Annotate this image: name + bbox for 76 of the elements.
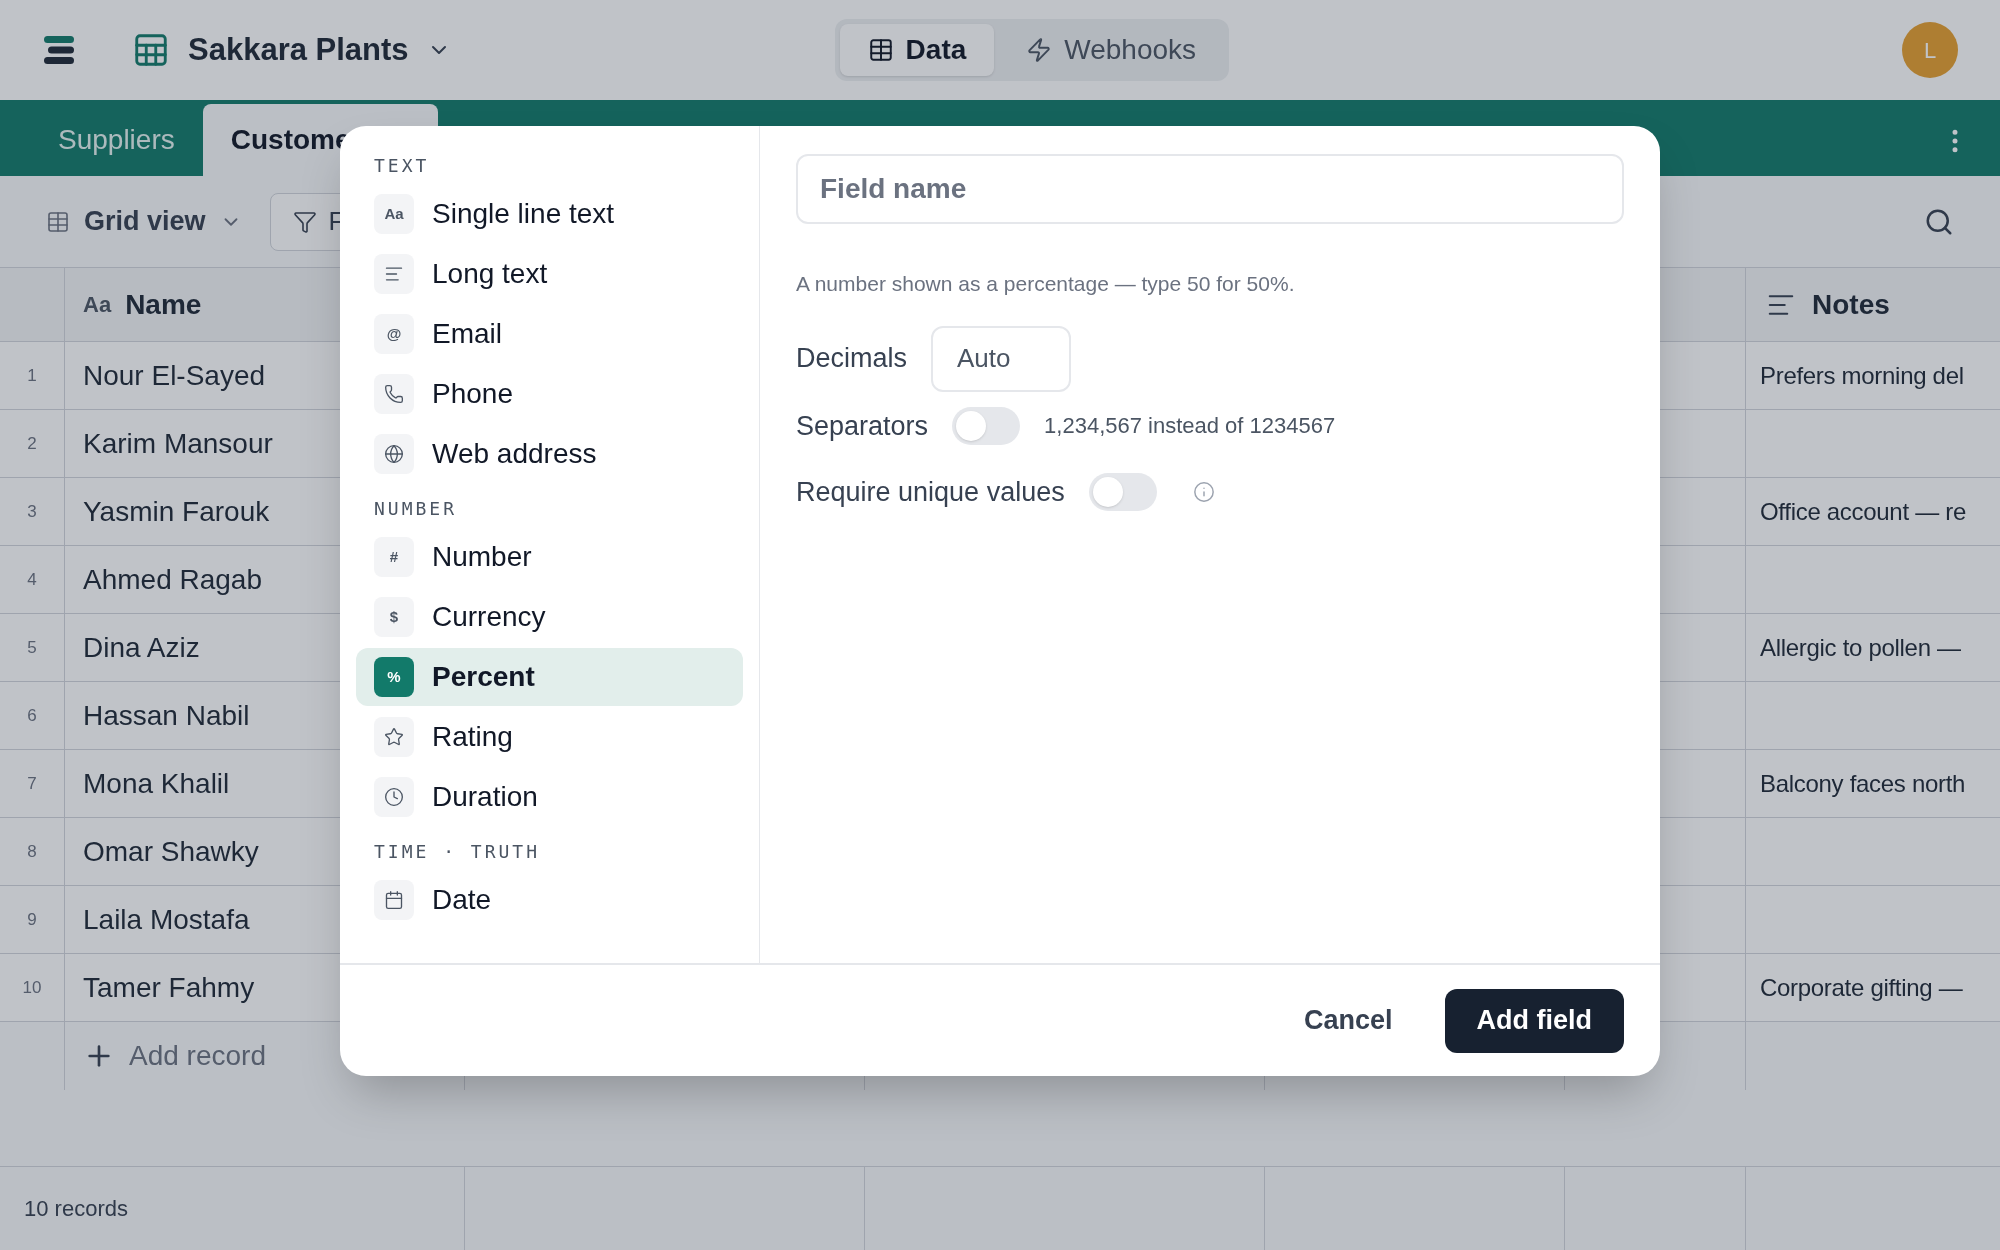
type-glyph-icon: Aa [374,194,414,234]
table-icon [132,31,170,69]
type-glyph-icon: $ [374,597,414,637]
table-icon [867,37,894,63]
field-type-item[interactable]: @ Email [356,305,743,363]
field-type-item[interactable]: Duration [356,768,743,826]
row-number: 1 [27,364,37,387]
field-type-item[interactable]: Long text [356,245,743,303]
table-cell-text: Ahmed Ragab [83,562,262,597]
field-description: A number shown as a percentage — type 50 for 50%. [796,271,1296,297]
filter-icon [292,209,317,234]
field-type-item[interactable]: Aa Single line text [356,185,743,243]
field-type-item[interactable]: % Percent [356,648,743,706]
field-type-item[interactable]: Phone [356,365,743,423]
toggle-switch[interactable] [952,406,1021,445]
table-cell-text: Corporate gifting — [1760,972,1963,1003]
table-tab[interactable]: Suppliers [30,104,203,176]
type-glyph-icon: % [374,657,414,697]
table-cell-text: Office account — re [1760,496,1966,527]
calendar-icon [374,880,414,920]
field-type-item[interactable]: # Number [356,528,743,586]
table-cell-text: Dina Aziz [83,630,200,665]
type-glyph-icon: @ [374,314,414,354]
column-header[interactable]: Name [125,283,202,326]
add-field-button[interactable]: Add field [1444,988,1624,1053]
row-number: 3 [27,500,37,523]
group-heading: NUMBER [373,497,459,521]
table-cell-text: Nour El-Sayed [83,358,266,393]
unique-values-label: Require unique values [796,476,1065,509]
field-type-item[interactable]: Web address [356,425,743,483]
table-cell-text: Karim Mansour [83,426,273,461]
info-icon[interactable] [1192,481,1215,504]
separators-label: Separators [796,409,929,443]
row-number: 9 [27,908,37,931]
row-number: 6 [27,704,37,727]
table-cell-text: Yasmin Farouk [83,494,270,529]
grid-icon [46,209,70,234]
column-type-glyph: Aa [83,291,112,319]
separators-hint: 1,234,567 instead of 1234567 [1044,412,1336,441]
table-cell-text: Balcony faces north [1760,768,1966,799]
field-type-item[interactable]: Rating [356,708,743,766]
row-number: 2 [27,432,37,455]
table-cell-text: Allergic to pollen — [1760,632,1961,663]
record-count: 10 records [24,1195,128,1223]
view-tab[interactable]: Data [839,24,995,76]
table-cell-text: Laila Mostafa [83,902,250,937]
row-number: 7 [27,772,37,795]
decimals-select[interactable]: Auto [931,325,1072,392]
row-number: 4 [27,568,37,591]
clock-icon [374,777,414,817]
type-glyph-icon: # [374,537,414,577]
table-cell-text: Mona Khalil [83,766,230,801]
lines-icon [374,254,414,294]
view-switcher[interactable]: Grid view [84,201,242,242]
app-title: Sakkara Plants [188,30,409,69]
decimals-label: Decimals [796,342,908,376]
add-record-button[interactable]: Add record [83,1035,266,1077]
toggle-switch[interactable] [1088,473,1157,512]
column-header[interactable]: Notes [1812,283,1890,326]
phone-icon [374,374,414,414]
group-heading: TEXT [373,154,431,178]
table-cell-text: Tamer Fahmy [83,970,255,1005]
table-cell-text: Omar Shawky [83,834,259,869]
table-cell-text: Prefers morning del [1760,360,1964,391]
group-heading: TIME · TRUTH [373,840,542,864]
row-number: 5 [27,636,37,659]
field-name-input[interactable]: Field name [796,154,1624,224]
cancel-button[interactable]: Cancel [1291,1000,1405,1041]
row-number: 8 [27,840,37,863]
globe-icon [374,434,414,474]
lightning-icon [1026,37,1053,63]
field-type-item[interactable]: Date [356,871,743,929]
table-cell-text: Hassan Nabil [83,698,250,733]
view-tab[interactable]: Webhooks [998,24,1225,76]
row-number: 10 [22,976,42,999]
field-type-item[interactable]: $ Currency [356,588,743,646]
